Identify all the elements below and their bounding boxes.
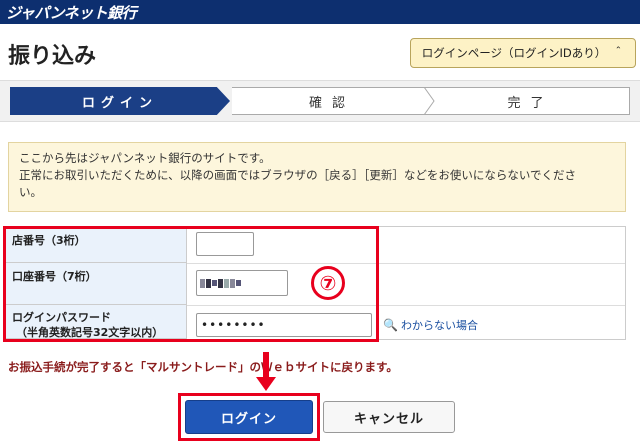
question-help-icon: 🔍 — [383, 318, 398, 332]
notice-line: 正常にお取引いただくために、以降の画面ではブラウザの［戻る］［更新］などをお使い… — [19, 168, 577, 182]
page-title: 振り込み — [8, 44, 97, 69]
notice-line: い。 — [19, 185, 42, 199]
cancel-button[interactable]: キャンセル — [323, 401, 455, 433]
notice-line: ここから先はジャパンネット銀行のサイトです。 — [19, 151, 271, 165]
chevron-up-icon: ＾ — [612, 46, 625, 61]
down-arrow-head — [256, 377, 276, 391]
login-page-button-label: ログインページ（ログインIDあり） — [421, 46, 607, 60]
down-arrow-icon — [263, 352, 269, 380]
step-confirm: 確認 — [232, 87, 432, 115]
bank-logo: ジャパンネット銀行 — [6, 4, 137, 22]
return-message: お振込手続が完了すると「マルサントレード」のＷｅｂサイトに戻ります。 — [8, 360, 398, 374]
forgot-password-link[interactable]: 🔍 わからない場合 — [383, 317, 478, 333]
step-complete: 完了 — [432, 87, 630, 115]
site-notice: ここから先はジャパンネット銀行のサイトです。 正常にお取引いただくために、以降の… — [8, 142, 626, 212]
step-separator — [423, 87, 435, 115]
login-button[interactable]: ログイン — [185, 400, 313, 434]
step-number-badge: ⑦ — [311, 266, 345, 300]
login-page-button[interactable]: ログインページ（ログインIDあり） ＾ — [410, 38, 636, 68]
forgot-password-link-text: わからない場合 — [400, 319, 478, 332]
step-login: ログイン — [10, 87, 230, 115]
